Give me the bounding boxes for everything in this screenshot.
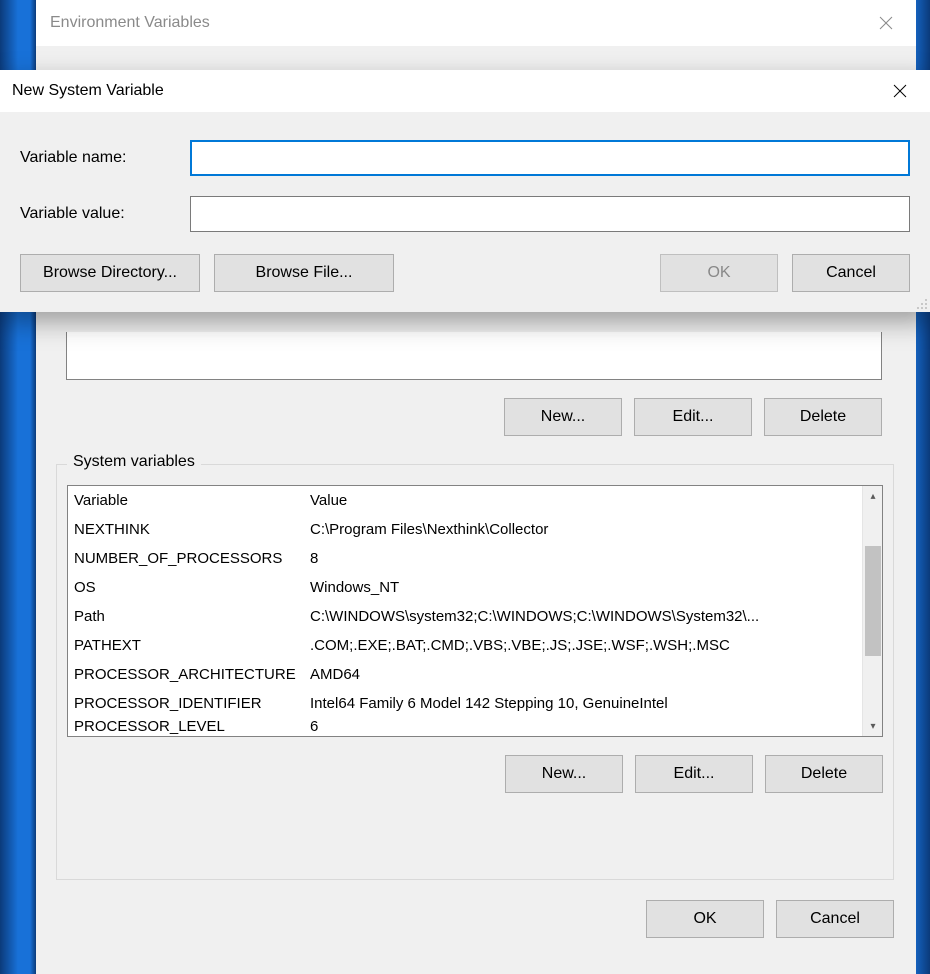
scroll-up-icon[interactable]: ▴: [863, 486, 883, 506]
cell-variable: Path: [74, 608, 310, 625]
cell-variable: NEXTHINK: [74, 521, 310, 538]
close-icon: [879, 16, 893, 30]
cell-variable: PATHEXT: [74, 637, 310, 654]
variable-value-label: Variable value:: [20, 205, 190, 223]
system-list-header[interactable]: Variable Value: [68, 486, 862, 515]
variable-name-label: Variable name:: [20, 149, 190, 167]
new-dialog-actions: Browse Directory... Browse File... OK Ca…: [20, 254, 910, 292]
new-title: New System Variable: [12, 82, 164, 100]
new-body: Variable name: Variable value: Browse Di…: [0, 112, 930, 312]
cell-value: C:\WINDOWS\system32;C:\WINDOWS;C:\WINDOW…: [310, 608, 862, 625]
new-system-variable-dialog: New System Variable Variable name: Varia…: [0, 70, 930, 312]
cell-value: Windows_NT: [310, 579, 862, 596]
env-close-button[interactable]: [856, 0, 916, 46]
env-title: Environment Variables: [50, 14, 210, 32]
user-new-button[interactable]: New...: [504, 398, 622, 436]
env-cancel-button[interactable]: Cancel: [776, 900, 894, 938]
cell-value: 6: [310, 718, 862, 735]
table-row[interactable]: Path C:\WINDOWS\system32;C:\WINDOWS;C:\W…: [68, 602, 862, 631]
system-variables-list[interactable]: Variable Value NEXTHINK C:\Program Files…: [67, 485, 883, 737]
table-row[interactable]: PROCESSOR_LEVEL 6: [68, 718, 862, 736]
cell-value: .COM;.EXE;.BAT;.CMD;.VBS;.VBE;.JS;.JSE;.…: [310, 637, 862, 654]
variable-value-input[interactable]: [190, 196, 910, 232]
env-ok-button[interactable]: OK: [646, 900, 764, 938]
user-delete-button[interactable]: Delete: [764, 398, 882, 436]
cell-value: 8: [310, 550, 862, 567]
system-variables-list-content: Variable Value NEXTHINK C:\Program Files…: [68, 486, 862, 736]
cell-variable: PROCESSOR_ARCHITECTURE: [74, 666, 310, 683]
system-delete-button[interactable]: Delete: [765, 755, 883, 793]
system-edit-button[interactable]: Edit...: [635, 755, 753, 793]
table-row[interactable]: PROCESSOR_IDENTIFIER Intel64 Family 6 Mo…: [68, 689, 862, 718]
table-row[interactable]: NEXTHINK C:\Program Files\Nexthink\Colle…: [68, 515, 862, 544]
scroll-thumb[interactable]: [865, 546, 881, 656]
close-icon: [893, 84, 907, 98]
resize-grip-icon[interactable]: [914, 296, 928, 310]
user-vars-buttons: New... Edit... Delete: [66, 398, 882, 442]
cell-variable: OS: [74, 579, 310, 596]
system-list-scrollbar[interactable]: ▴ ▾: [862, 486, 882, 736]
table-row[interactable]: PROCESSOR_ARCHITECTURE AMD64: [68, 660, 862, 689]
new-ok-button[interactable]: OK: [660, 254, 778, 292]
env-titlebar: Environment Variables: [36, 0, 916, 46]
system-variables-group: System variables Variable Value NEXTHINK…: [56, 464, 894, 880]
cell-value: AMD64: [310, 666, 862, 683]
column-header-value[interactable]: Value: [310, 492, 862, 509]
system-new-button[interactable]: New...: [505, 755, 623, 793]
variable-value-row: Variable value:: [20, 196, 910, 232]
new-titlebar: New System Variable: [0, 70, 930, 112]
browse-file-button[interactable]: Browse File...: [214, 254, 394, 292]
system-variables-label: System variables: [67, 453, 201, 471]
env-bottom-buttons: OK Cancel: [56, 900, 894, 944]
system-vars-buttons: New... Edit... Delete: [67, 755, 883, 799]
table-row[interactable]: NUMBER_OF_PROCESSORS 8: [68, 544, 862, 573]
user-edit-button[interactable]: Edit...: [634, 398, 752, 436]
cell-variable: PROCESSOR_IDENTIFIER: [74, 695, 310, 712]
new-close-button[interactable]: [870, 70, 930, 112]
table-row[interactable]: OS Windows_NT: [68, 573, 862, 602]
cell-variable: PROCESSOR_LEVEL: [74, 718, 310, 735]
cell-value: C:\Program Files\Nexthink\Collector: [310, 521, 862, 538]
column-header-variable[interactable]: Variable: [74, 492, 310, 509]
table-row[interactable]: PATHEXT .COM;.EXE;.BAT;.CMD;.VBS;.VBE;.J…: [68, 631, 862, 660]
cell-value: Intel64 Family 6 Model 142 Stepping 10, …: [310, 695, 862, 712]
variable-name-row: Variable name:: [20, 140, 910, 176]
user-vars-listbox[interactable]: [66, 332, 882, 380]
new-cancel-button[interactable]: Cancel: [792, 254, 910, 292]
browse-directory-button[interactable]: Browse Directory...: [20, 254, 200, 292]
cell-variable: NUMBER_OF_PROCESSORS: [74, 550, 310, 567]
scroll-down-icon[interactable]: ▾: [863, 716, 883, 736]
variable-name-input[interactable]: [190, 140, 910, 176]
